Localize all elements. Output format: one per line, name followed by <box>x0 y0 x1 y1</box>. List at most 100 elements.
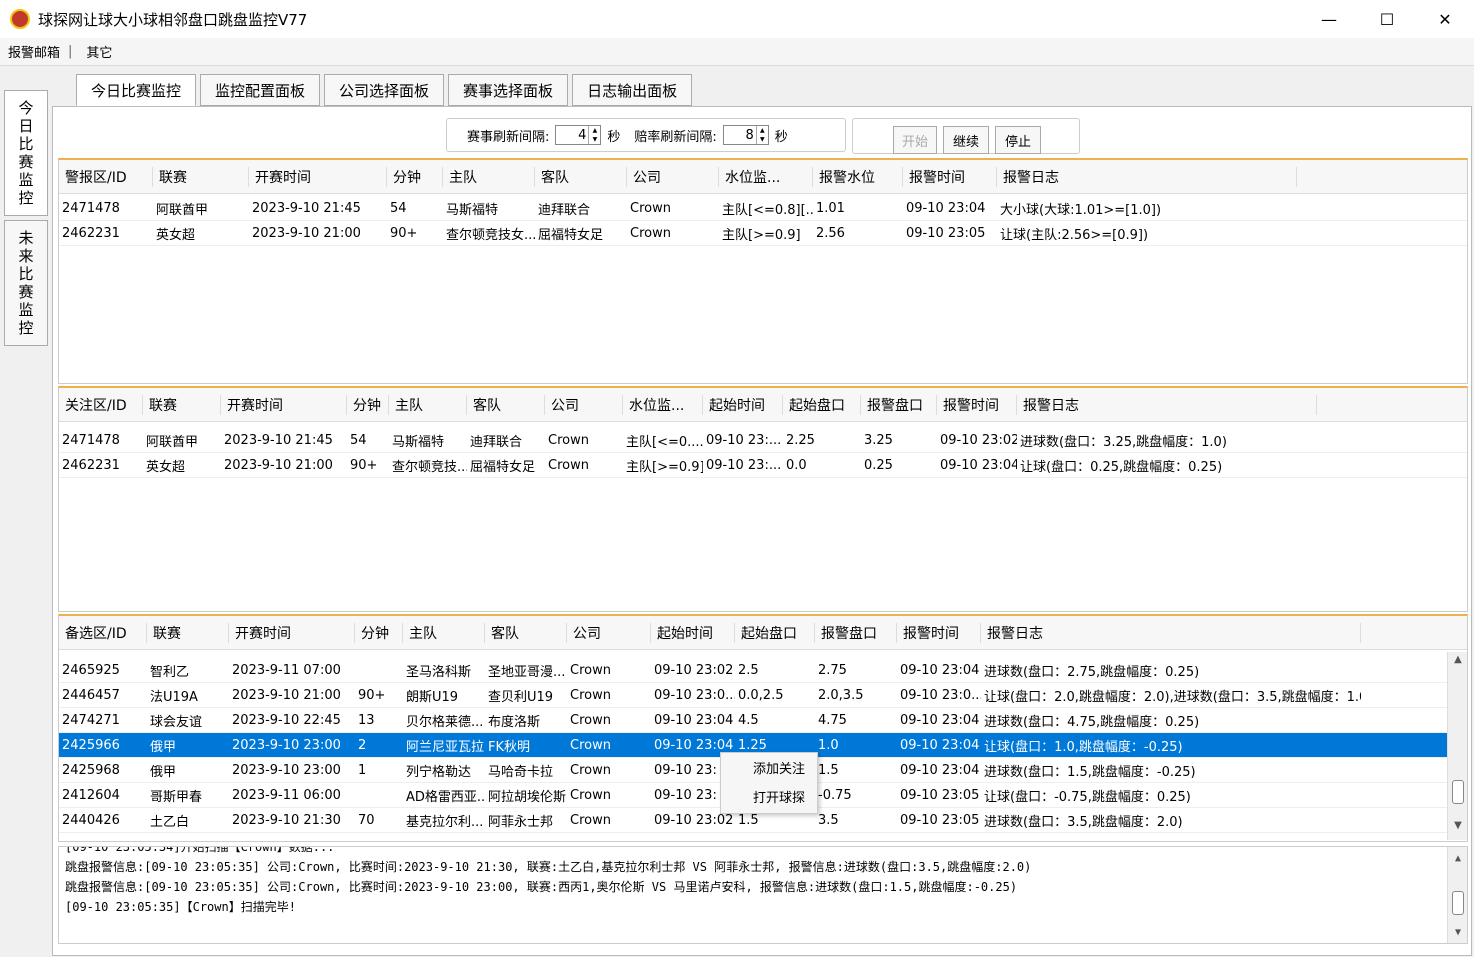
column-header[interactable]: 报警日志 <box>997 166 1297 187</box>
table-cell: 主队[<=0.8][... <box>722 202 813 218</box>
column-header[interactable]: 报警日志 <box>981 622 1361 643</box>
column-header[interactable]: 联赛 <box>153 166 249 187</box>
table-cell: 09-10 23:04 <box>900 662 980 678</box>
ctx-add-focus[interactable]: 添加关注 <box>721 753 817 782</box>
column-header[interactable]: 客队 <box>535 166 627 187</box>
close-button[interactable]: ✕ <box>1416 0 1474 38</box>
continue-button[interactable]: 继续 <box>943 126 989 154</box>
spinner-arrows-icon[interactable]: ▲ ▼ <box>588 126 600 144</box>
column-header[interactable]: 水位监... <box>719 166 813 187</box>
column-header[interactable]: 客队 <box>485 622 567 643</box>
table-cell: FK秋明 <box>488 739 531 755</box>
table-cell: Crown <box>570 762 611 778</box>
event-refresh-unit: 秒 <box>607 129 621 145</box>
column-header[interactable]: 公司 <box>567 622 651 643</box>
odds-refresh-spinner[interactable]: 8 ▲ ▼ <box>722 125 769 145</box>
vtab-today[interactable]: 今 日 比 赛 监 控 <box>4 90 48 216</box>
tab-company-select[interactable]: 公司选择面板 <box>324 74 445 106</box>
column-header[interactable]: 客队 <box>467 394 545 415</box>
column-header[interactable]: 主队 <box>443 166 535 187</box>
vtab-future[interactable]: 未 来 比 赛 监 控 <box>4 220 48 346</box>
vtab-label: 今 日 比 赛 监 控 <box>18 99 34 207</box>
table-cell: Crown <box>548 457 589 473</box>
column-header[interactable]: 联赛 <box>143 394 221 415</box>
table-row[interactable]: 2471478 阿联酋甲 2023-9-10 21:45 54 马斯福特 迪拜联合 Crow… <box>59 196 1467 221</box>
column-header[interactable]: 备选区/ID <box>59 622 147 643</box>
menu-alarm-email[interactable]: 报警邮箱 <box>8 42 60 61</box>
column-header[interactable]: 主队 <box>389 394 467 415</box>
column-header[interactable]: 开赛时间 <box>229 622 355 643</box>
minimize-button[interactable]: — <box>1300 0 1358 38</box>
table-row[interactable]: 2474271 球会友谊 2023-9-10 22:45 13 贝尔格莱德... 布度洛斯… <box>59 708 1467 733</box>
table-cell: 2.56 <box>816 225 845 241</box>
scroll-up-icon[interactable]: ▲ <box>1448 849 1467 867</box>
column-header[interactable]: 起始盘口 <box>735 622 815 643</box>
column-header[interactable]: 起始盘口 <box>783 394 861 415</box>
tab-today-monitor[interactable]: 今日比赛监控 <box>76 74 197 106</box>
maximize-button[interactable]: ☐ <box>1358 0 1416 38</box>
table-cell: 阿联酋甲 <box>146 434 199 450</box>
table-row[interactable]: 2471478 阿联酋甲 2023-9-10 21:45 54 马斯福特 迪拜联合 Crow… <box>59 428 1467 453</box>
column-header[interactable]: 分钟 <box>355 622 403 643</box>
table-cell: 2471478 <box>62 432 120 448</box>
column-header[interactable]: 开赛时间 <box>249 166 387 187</box>
table-cell: 屈福特女足 <box>538 227 604 243</box>
table-row[interactable]: 2462231 英女超 2023-9-10 21:00 90+ 查尔顿竞技... 屈福特女… <box>59 453 1467 478</box>
column-header[interactable]: 主队 <box>403 622 485 643</box>
column-header[interactable]: 水位监... <box>623 394 703 415</box>
scroll-down-icon[interactable]: ▼ <box>1448 923 1467 941</box>
log-output[interactable]: [09-10 23:05:34]开始扫描【Crown】数据... 跳盘报警信息:… <box>58 846 1468 944</box>
table-row[interactable]: 2465925 智利乙 2023-9-11 07:00 圣马洛科斯 圣地亚哥漫... Cr… <box>59 658 1467 683</box>
column-header[interactable]: 报警水位 <box>813 166 903 187</box>
table-cell: 2.75 <box>818 662 847 678</box>
tab-monitor-config[interactable]: 监控配置面板 <box>200 74 321 106</box>
top-tab-strip: 今日比赛监控 监控配置面板 公司选择面板 赛事选择面板 日志输出面板 <box>76 74 696 106</box>
column-header[interactable]: 联赛 <box>147 622 229 643</box>
column-header[interactable]: 报警盘口 <box>815 622 897 643</box>
column-header[interactable]: 公司 <box>627 166 719 187</box>
scroll-thumb[interactable] <box>1452 891 1464 915</box>
table-cell: Crown <box>548 432 589 448</box>
table-cell: 让球(盘口：-0.75,跳盘幅度：0.25) <box>984 789 1191 805</box>
column-header[interactable]: 报警时间 <box>937 394 1017 415</box>
column-header[interactable]: 报警日志 <box>1017 394 1317 415</box>
table-cell: 2.5 <box>738 662 759 678</box>
table-cell: 0.0 <box>786 457 807 473</box>
table-row[interactable]: 2462231 英女超 2023-9-10 21:00 90+ 查尔顿竞技女... 屈福特… <box>59 221 1467 246</box>
column-header[interactable]: 报警盘口 <box>861 394 937 415</box>
grid-header: 备选区/ID 联赛 开赛时间 分钟 主队 客队 公司 起始时间 起始盘口 报警盘口 报警时间 报警日志 <box>59 616 1467 650</box>
table-cell: 2412604 <box>62 787 120 803</box>
table-cell: 13 <box>358 712 375 728</box>
column-header[interactable]: 报警时间 <box>903 166 997 187</box>
menu-other[interactable]: 其它 <box>86 42 112 61</box>
column-header[interactable]: 分钟 <box>387 166 443 187</box>
column-header[interactable]: 公司 <box>545 394 623 415</box>
column-header[interactable]: 起始时间 <box>651 622 735 643</box>
start-button[interactable]: 开始 <box>893 126 937 154</box>
tab-event-select[interactable]: 赛事选择面板 <box>448 74 569 106</box>
column-header[interactable]: 开赛时间 <box>221 394 347 415</box>
scroll-thumb[interactable] <box>1452 780 1464 804</box>
grid-header: 警报区/ID 联赛 开赛时间 分钟 主队 客队 公司 水位监... 报警水位 报警时间 报警日志 <box>59 160 1467 194</box>
stop-button[interactable]: 停止 <box>995 126 1041 154</box>
table-cell: 阿兰尼亚瓦拉 <box>406 739 485 755</box>
column-header[interactable]: 分钟 <box>347 394 389 415</box>
tab-log-output[interactable]: 日志输出面板 <box>572 74 693 106</box>
log-scrollbar[interactable]: ▲ ▼ <box>1447 847 1467 943</box>
table-cell: 0.25 <box>864 457 893 473</box>
spinner-arrows-icon[interactable]: ▲ ▼ <box>755 126 768 144</box>
table-cell: 让球(主队:2.56>=[0.9]) <box>1000 227 1149 243</box>
window-title: 球探网让球大小球相邻盘口跳盘监控V77 <box>38 10 308 29</box>
column-header[interactable]: 关注区/ID <box>59 394 143 415</box>
table-cell: 主队[<=0.... <box>626 434 703 450</box>
table-cell: 2.0,3.5 <box>818 687 864 703</box>
ctx-open-qiutan[interactable]: 打开球探 <box>721 782 817 811</box>
column-header[interactable]: 报警时间 <box>897 622 981 643</box>
event-refresh-spinner[interactable]: 4 ▲ ▼ <box>555 125 602 145</box>
table-row[interactable]: 2446457 法U19A 2023-9-10 21:00 90+ 朗斯U19 查贝利U1… <box>59 683 1467 708</box>
column-header[interactable]: 警报区/ID <box>59 166 153 187</box>
candidate-scrollbar[interactable]: ▲ ▼ <box>1447 652 1467 840</box>
scroll-up-icon[interactable]: ▲ <box>1448 654 1467 672</box>
scroll-down-icon[interactable]: ▼ <box>1448 820 1467 838</box>
column-header[interactable]: 起始时间 <box>703 394 783 415</box>
